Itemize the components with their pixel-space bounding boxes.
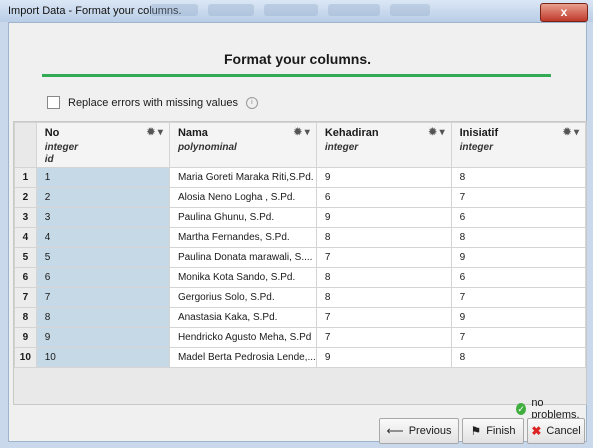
- gear-icon[interactable]: ✹ ▾: [563, 127, 579, 138]
- table-row: 5 5 Paulina Donata marawali, S.... 7 9: [14, 247, 587, 268]
- row-number-header: [14, 122, 37, 168]
- cell-nama[interactable]: Alosia Neno Logha , S.Pd.: [168, 187, 317, 208]
- background-tabs: [150, 4, 510, 18]
- data-table: No integer id ✹ ▾ Nama polynominal ✹ ▾ K…: [14, 122, 587, 368]
- title-bar: Import Data - Format your columns. x: [0, 0, 593, 22]
- cell-kehadiran[interactable]: 9: [315, 207, 452, 228]
- cell-no[interactable]: 2: [35, 187, 170, 208]
- cell-nama[interactable]: Maria Goreti Maraka Riti,S.Pd.: [168, 167, 317, 188]
- cell-no[interactable]: 1: [35, 167, 170, 188]
- cancel-button[interactable]: ✖ Cancel: [527, 418, 585, 444]
- cell-no[interactable]: 8: [35, 307, 170, 328]
- row-number: 9: [14, 327, 37, 348]
- column-type: polynominal: [177, 142, 237, 153]
- finish-button[interactable]: ⚑ Finish: [462, 418, 524, 444]
- table-row: 2 2 Alosia Neno Logha , S.Pd. 6 7: [14, 187, 587, 208]
- cell-kehadiran[interactable]: 8: [315, 287, 452, 308]
- close-button[interactable]: x: [540, 3, 588, 22]
- cancel-label: Cancel: [546, 425, 581, 437]
- column-header-kehadiran[interactable]: Kehadiran integer ✹ ▾: [315, 122, 452, 168]
- cell-kehadiran[interactable]: 7: [315, 307, 452, 328]
- arrow-left-icon: ⟵: [386, 424, 404, 438]
- cell-inisiatif[interactable]: 8: [450, 347, 587, 368]
- gear-icon[interactable]: ✹ ▾: [147, 127, 163, 138]
- previous-label: Previous: [408, 425, 452, 437]
- page-heading: Format your columns.: [223, 51, 372, 67]
- cell-inisiatif[interactable]: 7: [450, 327, 587, 348]
- table-row: 8 8 Anastasia Kaka, S.Pd. 7 9: [14, 307, 587, 328]
- cell-no[interactable]: 5: [35, 247, 170, 268]
- check-circle-icon: ✓: [516, 403, 527, 415]
- replace-errors-row: Replace errors with missing values i: [47, 96, 258, 109]
- gear-icon[interactable]: ✹ ▾: [428, 127, 444, 138]
- column-type: integer: [44, 142, 79, 153]
- row-number: 8: [14, 307, 37, 328]
- cell-kehadiran[interactable]: 7: [315, 327, 452, 348]
- replace-errors-checkbox[interactable]: [47, 96, 60, 109]
- cell-inisiatif[interactable]: 7: [450, 287, 587, 308]
- column-header-inisiatif[interactable]: Inisiatif integer ✹ ▾: [450, 122, 587, 168]
- row-number: 7: [14, 287, 37, 308]
- row-number: 10: [14, 347, 37, 368]
- row-number: 5: [14, 247, 37, 268]
- cell-inisiatif[interactable]: 9: [450, 307, 587, 328]
- cell-inisiatif[interactable]: 8: [450, 167, 587, 188]
- dialog-body: PREVI... Format your columns. Replace er…: [8, 22, 587, 444]
- row-number: 1: [14, 167, 37, 188]
- table-row: 10 10 Madel Berta Pedrosia Lende,... 9 8: [14, 347, 587, 368]
- cell-inisiatif[interactable]: 6: [450, 207, 587, 228]
- cell-kehadiran[interactable]: 7: [315, 247, 452, 268]
- cell-inisiatif[interactable]: 6: [450, 267, 587, 288]
- cell-no[interactable]: 3: [35, 207, 170, 228]
- table-row: 7 7 Gergorius Solo, S.Pd. 8 7: [14, 287, 587, 308]
- table-row: 3 3 Paulina Ghunu, S.Pd. 9 6: [14, 207, 587, 228]
- cell-no[interactable]: 7: [35, 287, 170, 308]
- cell-kehadiran[interactable]: 6: [315, 187, 452, 208]
- cell-inisiatif[interactable]: 9: [450, 247, 587, 268]
- cell-nama[interactable]: Paulina Donata marawali, S....: [168, 247, 317, 268]
- row-number: 2: [14, 187, 37, 208]
- finish-label: Finish: [486, 425, 516, 437]
- column-role: id: [44, 154, 54, 165]
- gear-icon[interactable]: ✹ ▾: [294, 127, 310, 138]
- info-icon[interactable]: i: [245, 96, 258, 109]
- cross-icon: ✖: [531, 424, 542, 438]
- column-header-nama[interactable]: Nama polynominal ✹ ▾: [168, 122, 317, 168]
- cell-nama[interactable]: Hendricko Agusto Meha, S.Pd: [168, 327, 317, 348]
- cell-nama[interactable]: Madel Berta Pedrosia Lende,...: [168, 347, 317, 368]
- table-row: 9 9 Hendricko Agusto Meha, S.Pd 7 7: [14, 327, 587, 348]
- cell-inisiatif[interactable]: 7: [450, 187, 587, 208]
- cell-nama[interactable]: Paulina Ghunu, S.Pd.: [168, 207, 317, 228]
- cell-no[interactable]: 4: [35, 227, 170, 248]
- cell-no[interactable]: 6: [35, 267, 170, 288]
- column-header-no[interactable]: No integer id ✹ ▾: [35, 122, 170, 168]
- replace-errors-label: Replace errors with missing values: [68, 96, 238, 109]
- previous-button[interactable]: ⟵ Previous: [379, 418, 459, 444]
- row-number: 4: [14, 227, 37, 248]
- heading-underline: [42, 74, 551, 77]
- cell-kehadiran[interactable]: 8: [315, 227, 452, 248]
- checkered-flag-icon: ⚑: [470, 424, 482, 438]
- column-type: integer: [324, 142, 359, 153]
- row-number: 3: [14, 207, 37, 228]
- cell-nama[interactable]: Martha Fernandes, S.Pd.: [168, 227, 317, 248]
- table-row: 4 4 Martha Fernandes, S.Pd. 8 8: [14, 227, 587, 248]
- cell-no[interactable]: 9: [35, 327, 170, 348]
- cell-kehadiran[interactable]: 8: [315, 267, 452, 288]
- table-row: 6 6 Monika Kota Sando, S.Pd. 8 6: [14, 267, 587, 288]
- data-grid: No integer id ✹ ▾ Nama polynominal ✹ ▾ K…: [13, 121, 587, 405]
- cell-nama[interactable]: Anastasia Kaka, S.Pd.: [168, 307, 317, 328]
- cell-no[interactable]: 10: [35, 347, 170, 368]
- cell-kehadiran[interactable]: 9: [315, 167, 452, 188]
- cell-kehadiran[interactable]: 9: [315, 347, 452, 368]
- cell-nama[interactable]: Monika Kota Sando, S.Pd.: [168, 267, 317, 288]
- row-number: 6: [14, 267, 37, 288]
- table-row: 1 1 Maria Goreti Maraka Riti,S.Pd. 9 8: [14, 167, 587, 188]
- cell-nama[interactable]: Gergorius Solo, S.Pd.: [168, 287, 317, 308]
- column-type: integer: [459, 142, 493, 153]
- cell-inisiatif[interactable]: 8: [450, 227, 587, 248]
